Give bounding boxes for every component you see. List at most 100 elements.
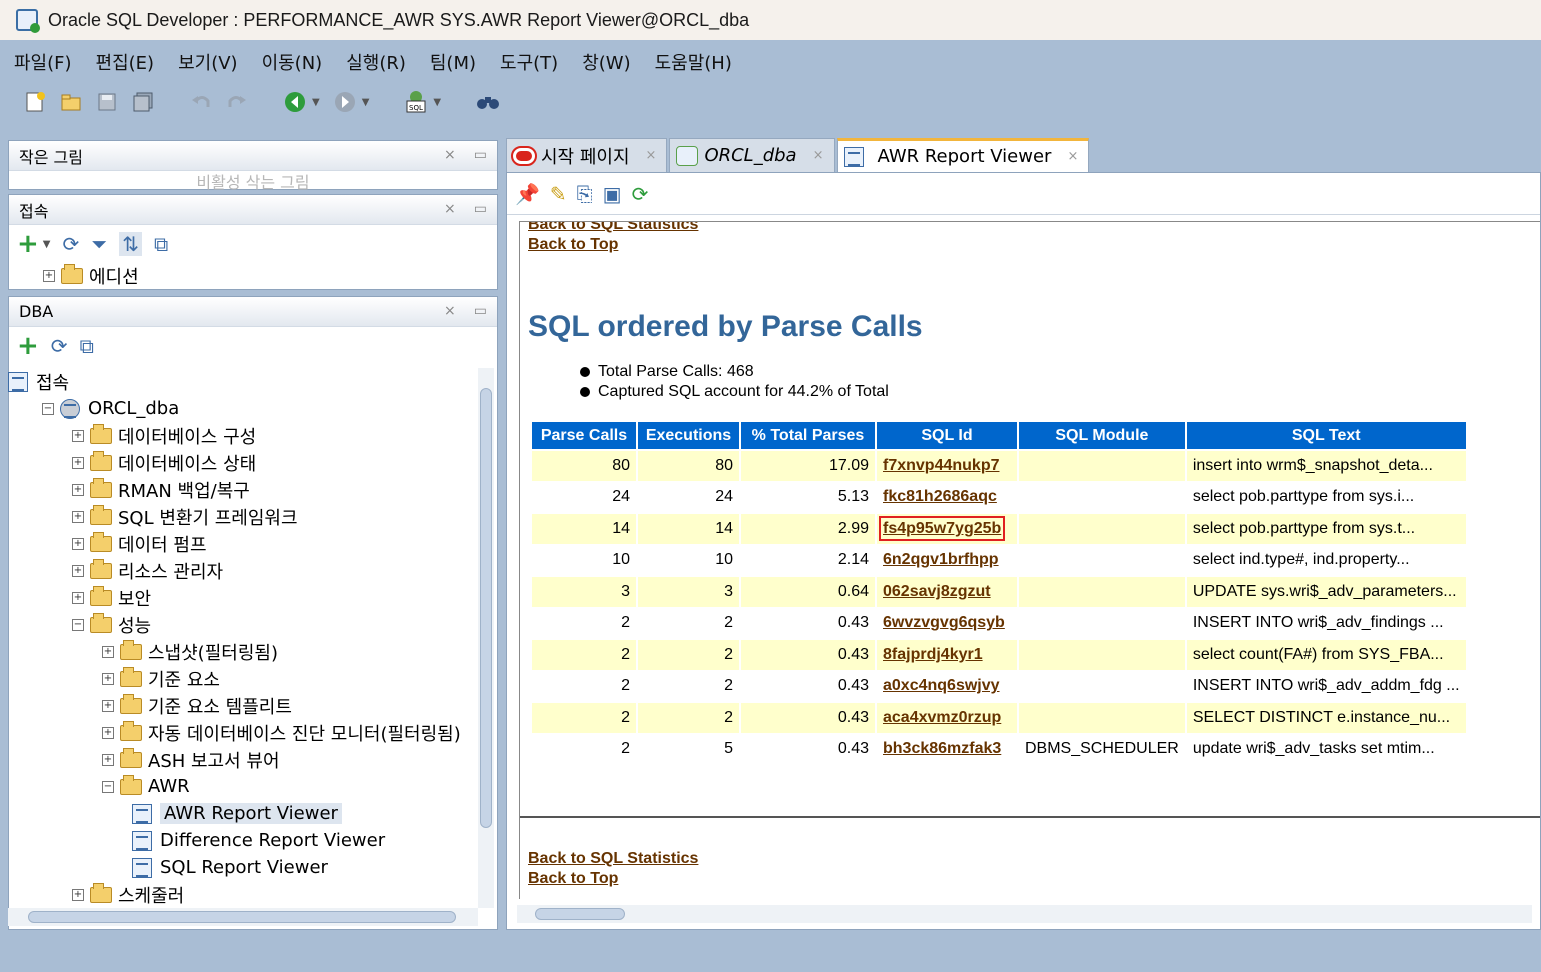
expand-icon[interactable]: +	[43, 270, 55, 282]
col-total-parses[interactable]: % Total Parses	[741, 422, 875, 449]
tree-node[interactable]: Difference Report Viewer	[132, 827, 385, 854]
collapse-all-icon[interactable]: ⧉	[80, 334, 94, 358]
sql-id-link[interactable]: a0xc4nq6swjvy	[883, 677, 1000, 694]
save-all-icon[interactable]	[130, 89, 156, 115]
back-to-sql-statistics-link[interactable]: Back to SQL Statistics	[528, 222, 698, 234]
sql-id-link[interactable]: 8fajprdj4kyr1	[883, 646, 983, 663]
sql-id-link[interactable]: fs4p95w7yg25b	[878, 515, 1006, 541]
pin-icon[interactable]: 📌	[515, 182, 540, 206]
menu-view[interactable]: 보기(V)	[178, 49, 237, 75]
tree-node[interactable]: + 스냅샷(필터링됨)	[102, 638, 278, 665]
sql-id-link[interactable]: aca4xvmz0rzup	[883, 709, 1001, 726]
refresh-icon[interactable]: ⟳	[63, 232, 80, 256]
tree-vertical-scrollbar[interactable]	[478, 368, 494, 908]
tree-node[interactable]: − ORCL_dba	[42, 395, 179, 422]
expand-icon[interactable]: +	[102, 753, 114, 766]
menu-navigate[interactable]: 이동(N)	[262, 49, 323, 75]
save-icon[interactable]	[94, 89, 120, 115]
sql-id-link[interactable]: f7xnvp44nukp7	[883, 457, 999, 474]
tree-node[interactable]: 접속	[8, 368, 69, 395]
tree-node[interactable]: + 데이터베이스 구성	[72, 422, 256, 449]
forward-icon[interactable]	[332, 89, 358, 115]
expand-icon[interactable]: +	[72, 456, 84, 469]
tree-node[interactable]: + 스케줄러	[72, 881, 184, 908]
refresh-report-icon[interactable]: ⟳	[632, 182, 649, 206]
close-tab-icon[interactable]: ×	[813, 148, 824, 163]
back-to-top-link[interactable]: Back to Top	[528, 870, 618, 888]
tree-node[interactable]: + 데이터 펌프	[72, 530, 207, 557]
minimize-icon[interactable]: ▭	[474, 201, 487, 217]
filter-icon[interactable]: ⏷	[91, 232, 107, 256]
collapse-all-icon[interactable]: ⧉	[154, 232, 168, 256]
scrollbar-thumb[interactable]	[480, 388, 492, 828]
tree-node[interactable]: + RMAN 백업/복구	[72, 476, 250, 503]
menu-team[interactable]: 팀(M)	[430, 49, 476, 75]
minimize-icon[interactable]: ▭	[474, 303, 487, 319]
menu-tools[interactable]: 도구(T)	[500, 49, 558, 75]
expand-icon[interactable]: +	[72, 591, 84, 604]
close-icon[interactable]: ×	[444, 147, 456, 163]
menu-window[interactable]: 창(W)	[582, 49, 630, 75]
sql-id-link[interactable]: 6wvzvgvg6qsyb	[883, 614, 1005, 631]
collapse-icon[interactable]: −	[72, 618, 84, 631]
tree-node[interactable]: − 성능	[72, 611, 151, 638]
scrollbar-thumb[interactable]	[535, 908, 625, 920]
copy-icon[interactable]: ⎘	[577, 182, 593, 206]
col-sql-text[interactable]: SQL Text	[1186, 422, 1466, 449]
tab-start-page[interactable]: 시작 페이지 ×	[506, 138, 668, 172]
add-dropdown-icon[interactable]: ▼	[43, 239, 51, 250]
close-tab-icon[interactable]: ×	[1067, 149, 1078, 164]
report-horizontal-scrollbar[interactable]	[517, 905, 1532, 923]
expand-icon[interactable]: +	[102, 726, 114, 739]
sql-worksheet-icon[interactable]: SQL	[403, 89, 429, 115]
expand-icon[interactable]: +	[72, 888, 84, 901]
tree-node[interactable]: + ASH 보고서 뷰어	[102, 746, 280, 773]
back-to-sql-statistics-link[interactable]: Back to SQL Statistics	[528, 850, 698, 868]
schema-browser-icon[interactable]: ⇅	[119, 232, 143, 256]
scrollbar-thumb[interactable]	[28, 911, 456, 923]
collapse-icon[interactable]: −	[42, 402, 54, 415]
menu-help[interactable]: 도움말(H)	[655, 49, 732, 75]
back-to-top-link[interactable]: Back to Top	[528, 236, 618, 254]
tree-node[interactable]: + 자동 데이터베이스 진단 모니터(필터링됨)	[102, 719, 461, 746]
minimize-icon[interactable]: ▭	[474, 147, 487, 163]
add-connection-icon[interactable]: +	[17, 229, 39, 259]
tree-node[interactable]: + 데이터베이스 상태	[72, 449, 256, 476]
forward-dropdown-icon[interactable]: ▼	[362, 97, 370, 108]
expand-icon[interactable]: +	[102, 699, 114, 712]
tree-node[interactable]: + 기준 요소 템플리트	[102, 692, 292, 719]
collapse-icon[interactable]: −	[102, 780, 114, 793]
tree-node[interactable]: + SQL 변환기 프레임워크	[72, 503, 298, 530]
tree-horizontal-scrollbar[interactable]	[8, 908, 478, 926]
redo-icon[interactable]	[224, 89, 250, 115]
tree-node[interactable]: − AWR	[102, 773, 190, 800]
edit-icon[interactable]: ✎	[550, 182, 567, 206]
tree-node[interactable]: SQL Report Viewer	[132, 854, 328, 881]
close-tab-icon[interactable]: ×	[646, 148, 657, 163]
menu-edit[interactable]: 편집(E)	[96, 49, 155, 75]
save-report-icon[interactable]: ▣	[603, 182, 622, 206]
edition-node[interactable]: + 에디션	[9, 263, 497, 289]
col-parse-calls[interactable]: Parse Calls	[532, 422, 636, 449]
refresh-icon[interactable]: ⟳	[51, 334, 68, 358]
binoculars-icon[interactable]	[475, 89, 501, 115]
new-file-icon[interactable]	[22, 89, 48, 115]
sql-id-link[interactable]: 6n2qgv1brfhpp	[883, 551, 999, 568]
expand-icon[interactable]: +	[72, 483, 84, 496]
tree-node[interactable]: + 기준 요소	[102, 665, 220, 692]
menu-run[interactable]: 실행(R)	[346, 49, 406, 75]
close-icon[interactable]: ×	[444, 303, 456, 319]
tab-awr-report-viewer[interactable]: AWR Report Viewer ×	[836, 138, 1090, 172]
expand-icon[interactable]: +	[72, 429, 84, 442]
menu-file[interactable]: 파일(F)	[14, 49, 72, 75]
col-sql-id[interactable]: SQL Id	[877, 422, 1017, 449]
add-connection-icon[interactable]: +	[17, 331, 39, 361]
tab-orcl-dba[interactable]: ORCL_dba ×	[669, 138, 835, 172]
open-folder-icon[interactable]	[58, 89, 84, 115]
back-dropdown-icon[interactable]: ▼	[312, 97, 320, 108]
col-executions[interactable]: Executions	[638, 422, 739, 449]
close-icon[interactable]: ×	[444, 201, 456, 217]
sql-worksheet-dropdown-icon[interactable]: ▼	[433, 97, 441, 108]
sql-id-link[interactable]: bh3ck86mzfak3	[883, 740, 1001, 757]
sql-id-link[interactable]: fkc81h2686aqc	[883, 488, 997, 505]
